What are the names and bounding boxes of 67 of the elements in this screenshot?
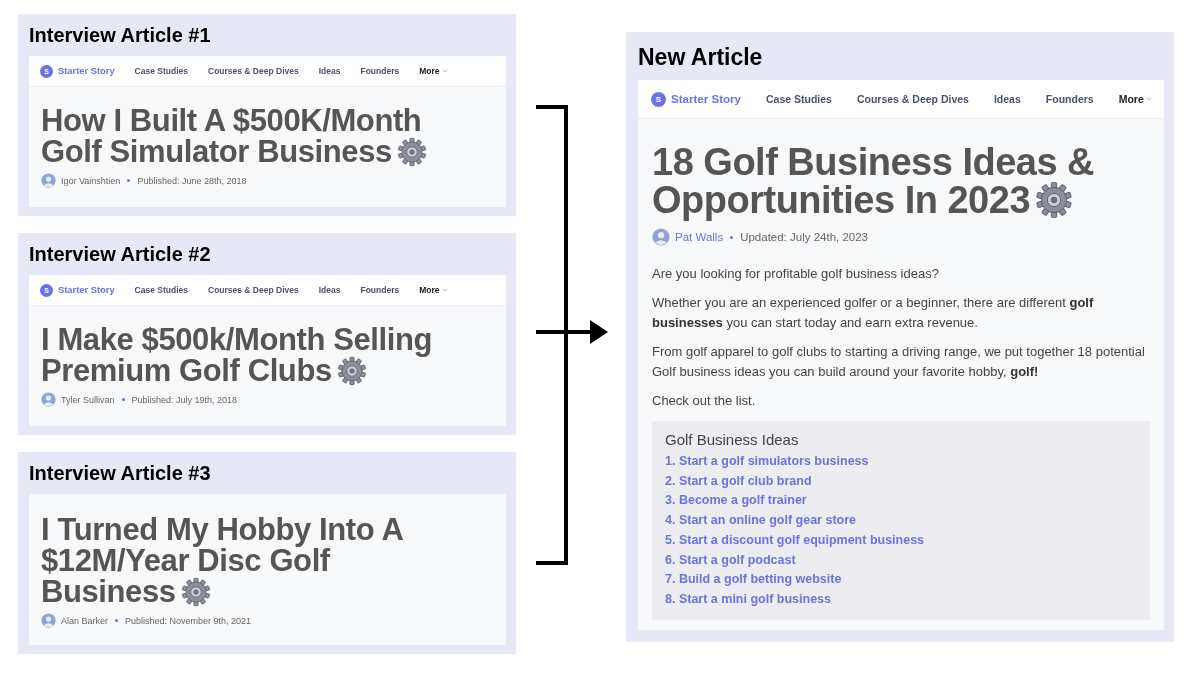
article-title-line: Business — [41, 576, 176, 607]
toc-link[interactable]: 4. Start an online golf gear store — [665, 511, 1138, 531]
toc-title: Golf Business Ideas — [665, 431, 800, 448]
body-paragraph: Check out the list. — [652, 392, 757, 410]
body-paragraph: Are you looking for profitable golf business ideas? — [652, 265, 940, 283]
nav-link[interactable]: Ideas — [318, 66, 341, 76]
nav-link[interactable]: Founders — [360, 66, 400, 76]
brand-link[interactable]: S Starter Story — [651, 91, 741, 107]
publish-date: Published: November 9th, 2021 — [125, 615, 252, 626]
gear-icon — [180, 576, 211, 607]
chevron-down-icon — [441, 288, 448, 292]
author-name: Tyler Sullivan — [61, 394, 115, 405]
avatar-icon — [41, 392, 56, 407]
nav-link[interactable]: Ideas — [318, 285, 341, 295]
more-menu[interactable]: More — [419, 66, 448, 76]
logo-icon: S — [651, 91, 666, 107]
brand-name: Starter Story — [58, 66, 115, 76]
nav-link[interactable]: Case Studies — [134, 285, 188, 295]
publish-date: Published: June 28th, 2018 — [137, 175, 247, 186]
nav-link[interactable]: Courses & Deep Dives — [208, 285, 299, 295]
nav-link[interactable]: Case Studies — [765, 93, 832, 105]
gear-icon — [396, 136, 427, 167]
nav-link[interactable]: Ideas — [993, 93, 1021, 105]
panel-heading: Interview Article #2 — [29, 242, 212, 267]
article-title-line: Golf Simulator Business — [41, 136, 392, 167]
more-menu[interactable]: More — [1118, 93, 1152, 105]
article-title-line: 18 Golf Business Ideas & — [652, 143, 1095, 181]
brand-name: Starter Story — [671, 93, 741, 105]
nav-link[interactable]: Courses & Deep Dives — [208, 66, 299, 76]
toc-link[interactable]: 1. Start a golf simulators business — [665, 452, 1138, 472]
nav-link[interactable]: Courses & Deep Dives — [856, 93, 969, 105]
more-label: More — [1118, 93, 1144, 105]
article-title-line: I Turned My Hobby Into A — [41, 514, 404, 545]
avatar-icon — [652, 228, 670, 246]
chevron-down-icon — [1145, 97, 1152, 101]
article-title-line: I Make $500k/Month Selling — [41, 324, 432, 355]
chevron-down-icon — [441, 69, 448, 73]
publish-date: Published: July 19th, 2018 — [131, 394, 238, 405]
article-title-line: Opportunities In 2023 — [652, 181, 1031, 219]
author-link[interactable]: Pat Walls — [675, 231, 724, 243]
more-menu[interactable]: More — [419, 285, 448, 295]
gear-icon — [1035, 181, 1074, 219]
author-name: Alan Barker — [61, 615, 109, 626]
toc-link[interactable]: 2. Start a golf club brand — [665, 471, 1138, 492]
toc-link[interactable]: 6. Start a golf podcast — [665, 550, 1138, 571]
separator-dot — [115, 619, 119, 622]
avatar-icon — [41, 173, 56, 188]
gear-icon — [336, 355, 367, 386]
body-paragraph: From golf apparel to golf clubs to starting a driving range, we put together 18 potential Golf business ideas you can build around your favorite hobby, golf! — [652, 343, 1146, 381]
nav-link[interactable]: Case Studies — [134, 66, 188, 76]
more-label: More — [419, 66, 440, 76]
separator-dot — [121, 398, 125, 401]
nav-link[interactable]: Founders — [360, 285, 400, 295]
panel-heading: New Article — [638, 44, 764, 70]
author-name: Igor Vainshtien — [61, 175, 121, 186]
panel-heading: Interview Article #3 — [29, 461, 212, 486]
avatar-icon — [41, 613, 56, 628]
article-title-line: Premium Golf Clubs — [41, 355, 332, 386]
update-date: Updated: July 24th, 2023 — [740, 231, 868, 243]
article-title-line: How I Built A $500K/Month — [41, 105, 422, 136]
separator-dot — [127, 179, 131, 182]
body-paragraph: Whether you are an experienced golfer or a beginner, there are different golf businesses you can start today and earn extra revenue. — [652, 294, 1095, 332]
separator-dot — [730, 235, 734, 239]
brand-name: Starter Story — [58, 285, 115, 295]
panel-heading: Interview Article #1 — [29, 23, 212, 48]
more-label: More — [419, 285, 440, 295]
nav-link[interactable]: Founders — [1045, 93, 1094, 105]
